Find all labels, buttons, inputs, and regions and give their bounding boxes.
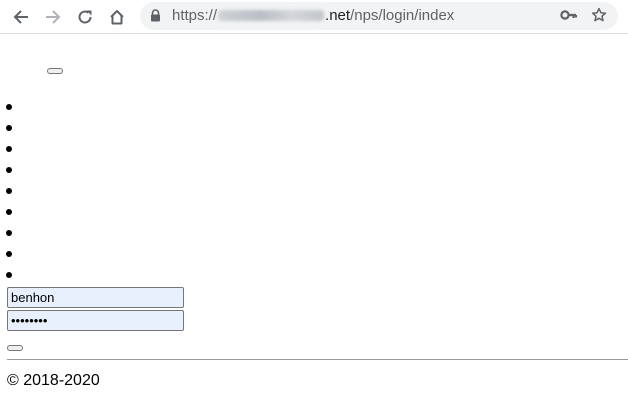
home-icon [110, 10, 124, 25]
url-text: https:// .net/nps/login/index [172, 7, 454, 25]
username-input[interactable] [7, 287, 184, 308]
url-path: /nps/login/index [350, 7, 455, 24]
back-arrow-icon [13, 10, 28, 24]
address-bar[interactable]: https:// .net/nps/login/index [140, 2, 618, 30]
page-content: © 2018-2020 [0, 34, 628, 415]
lock-icon [151, 9, 160, 22]
url-host-suffix: .net [325, 7, 351, 24]
url-scheme: https:// [172, 7, 218, 24]
back-button[interactable] [9, 5, 33, 29]
forward-button[interactable] [41, 5, 65, 29]
login-submit-button[interactable] [7, 345, 23, 351]
password-input[interactable] [7, 310, 184, 331]
browser-toolbar: https:// .net/nps/login/index [0, 0, 628, 34]
home-button[interactable] [105, 5, 129, 29]
footer-divider [7, 359, 628, 360]
url-host-redacted [218, 10, 325, 21]
reload-icon [78, 10, 92, 24]
reload-button[interactable] [73, 5, 97, 29]
forward-arrow-icon [46, 10, 61, 24]
star-icon[interactable] [591, 7, 607, 23]
copyright-text: © 2018-2020 [7, 372, 100, 389]
key-icon[interactable] [560, 8, 578, 22]
menu-toggle-button[interactable] [47, 68, 63, 74]
